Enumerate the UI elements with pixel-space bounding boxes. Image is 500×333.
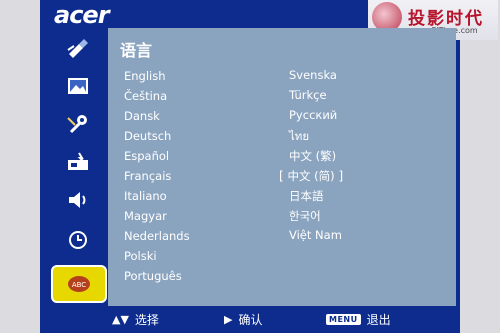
selection-bracket-left: [	[279, 169, 288, 183]
color-icon	[67, 39, 88, 58]
sidebar-item-timer[interactable]	[52, 223, 104, 257]
updown-arrows-icon: ▲▼	[112, 313, 129, 326]
sidebar-item-color[interactable]	[52, 31, 104, 65]
right-arrow-icon: ▶	[224, 313, 233, 326]
language-option[interactable]: Magyar	[124, 209, 167, 223]
language-option[interactable]: 한국어	[289, 208, 321, 224]
language-option[interactable]: Dansk	[124, 109, 160, 123]
language-option[interactable]: 日本語	[289, 188, 324, 204]
language-option[interactable]: Čeština	[124, 89, 167, 103]
panel-title: 语言	[120, 41, 153, 60]
sidebar-item-image[interactable]	[52, 69, 104, 103]
language-option[interactable]: Português	[124, 269, 182, 283]
language-option[interactable]: Nederlands	[124, 229, 190, 243]
language-option[interactable]: ไทย	[289, 128, 309, 146]
osd-sidebar: ABC	[48, 28, 108, 306]
select-label: 选择	[134, 313, 159, 327]
language-option[interactable]: Deutsch	[124, 129, 171, 143]
language-option[interactable]: English	[124, 69, 166, 83]
language-option[interactable]: Русский	[289, 108, 337, 122]
language-option[interactable]: Italiano	[124, 189, 167, 203]
timer-icon	[69, 231, 87, 249]
settings-wrench-icon	[67, 115, 87, 134]
language-panel: 语言 English Čeština Dansk Deutsch Español…	[108, 28, 456, 306]
sidebar-item-management[interactable]	[52, 145, 104, 179]
acer-logo: acer	[54, 1, 110, 29]
hint-confirm: ▶ 确认	[224, 311, 262, 328]
osd-bottom-bar: ▲▼ 选择 ▶ 确认 MENU 退出	[48, 306, 456, 333]
exit-label: 退出	[366, 313, 391, 327]
language-option[interactable]: 中文 (繁)	[289, 148, 336, 164]
language-option[interactable]: Türkçe	[289, 88, 327, 102]
management-icon	[68, 152, 88, 170]
selected-language-label: 中文 (简)	[287, 169, 335, 183]
language-option[interactable]: Español	[124, 149, 169, 163]
language-option[interactable]: Svenska	[289, 68, 337, 82]
hint-select: ▲▼ 选择	[112, 311, 159, 328]
confirm-label: 确认	[238, 313, 263, 327]
selection-bracket-right: ]	[334, 169, 344, 183]
sidebar-item-settings[interactable]	[52, 107, 104, 141]
audio-icon	[69, 192, 86, 208]
language-option[interactable]: Français	[124, 169, 171, 183]
language-abc-icon: ABC	[68, 276, 90, 292]
language-option[interactable]: Polski	[124, 249, 157, 263]
sidebar-item-language[interactable]: ABC	[51, 265, 107, 303]
sidebar-item-audio[interactable]	[52, 183, 104, 217]
hint-exit: MENU 退出	[326, 311, 391, 328]
image-icon	[68, 78, 88, 94]
language-option-selected[interactable]: [ 中文 (简) ]	[279, 168, 343, 184]
language-option[interactable]: Việt Nam	[289, 228, 342, 242]
menu-key-icon: MENU	[326, 314, 361, 325]
svg-text:ABC: ABC	[72, 281, 86, 289]
